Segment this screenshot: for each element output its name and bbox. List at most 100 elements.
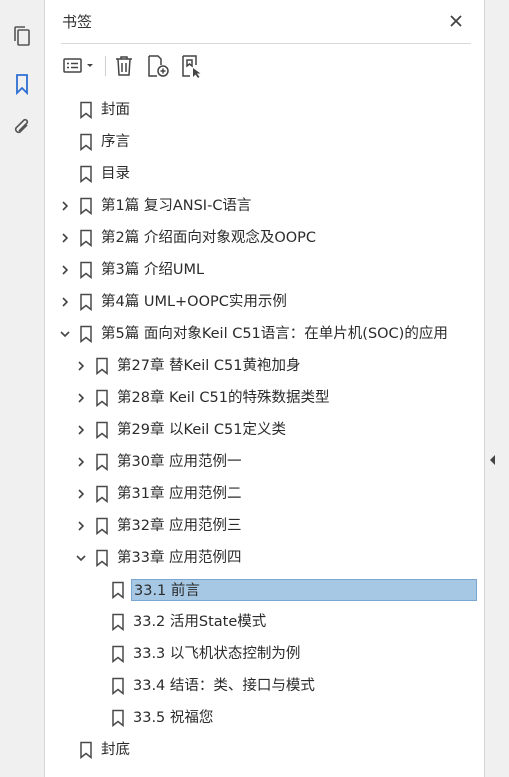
collapse-toggle[interactable]: [73, 550, 89, 566]
bookmark-row[interactable]: 第1篇 复习ANSI-C语言: [45, 190, 486, 222]
bookmark-row[interactable]: 33.2 活用State模式: [45, 606, 486, 638]
bookmark-label[interactable]: 第28章 Keil C51的特殊数据类型: [115, 387, 333, 409]
delete-bookmark-button[interactable]: [111, 52, 137, 80]
bookmark-row[interactable]: 33.5 祝福您: [45, 702, 486, 734]
expand-toggle[interactable]: [73, 518, 89, 534]
bookmark-icon: [95, 453, 109, 472]
attachments-panel-button[interactable]: [6, 112, 38, 144]
bookmark-row[interactable]: 第27章 替Keil C51黄袍加身: [45, 350, 486, 382]
expand-toggle[interactable]: [73, 486, 89, 502]
bookmark-row[interactable]: 第31章 应用范例二: [45, 478, 486, 510]
bookmark-row[interactable]: 第2篇 介绍面向对象观念及OOPC: [45, 222, 486, 254]
chevron-right-icon: [62, 201, 69, 211]
caret-left-icon: [490, 455, 495, 465]
chevron-right-icon: [78, 361, 85, 371]
bookmark-row[interactable]: 第5篇 面向对象Keil C51语言：在单片机(SOC)的应用: [45, 318, 486, 350]
options-dropdown-button[interactable]: [61, 52, 99, 80]
chevron-right-icon: [78, 457, 85, 467]
bookmark-icon: [79, 133, 93, 152]
expand-toggle[interactable]: [57, 262, 73, 278]
bookmark-row[interactable]: 封面: [45, 94, 486, 126]
expand-toggle[interactable]: [57, 198, 73, 214]
bookmark-icon: [79, 165, 93, 184]
expand-toggle[interactable]: [57, 230, 73, 246]
bookmark-label[interactable]: 第27章 替Keil C51黄袍加身: [115, 355, 304, 377]
new-bookmark-from-structure-icon: [182, 55, 201, 78]
expand-toggle[interactable]: [73, 422, 89, 438]
expand-toggle[interactable]: [73, 390, 89, 406]
expand-toggle[interactable]: [57, 294, 73, 310]
bookmark-row[interactable]: 封底: [45, 734, 486, 766]
bookmark-row[interactable]: 第32章 应用范例三: [45, 510, 486, 542]
bookmark-label[interactable]: 第30章 应用范例一: [115, 451, 245, 473]
bookmark-icon: [111, 613, 125, 632]
bookmark-row[interactable]: 33.3 以飞机状态控制为例: [45, 638, 486, 670]
options-dropdown-icon: [63, 58, 93, 73]
bookmark-row[interactable]: 33.4 结语：类、接口与模式: [45, 670, 486, 702]
expand-toggle[interactable]: [73, 358, 89, 374]
bookmark-label[interactable]: 序言: [99, 131, 133, 153]
expand-toggle[interactable]: [73, 454, 89, 470]
bookmark-label[interactable]: 第33章 应用范例四: [115, 547, 245, 569]
bookmark-row[interactable]: 序言: [45, 126, 486, 158]
bookmark-label[interactable]: 第31章 应用范例二: [115, 483, 245, 505]
new-bookmark-button[interactable]: [145, 52, 171, 80]
pages-icon: [14, 26, 30, 46]
bookmark-label[interactable]: 第1篇 复习ANSI-C语言: [99, 195, 254, 217]
bookmark-label[interactable]: 33.2 活用State模式: [131, 611, 269, 633]
chevron-right-icon: [78, 521, 85, 531]
bookmark-label[interactable]: 第3篇 介绍UML: [99, 259, 207, 281]
bookmark-icon: [95, 389, 109, 408]
attachment-icon: [14, 118, 29, 134]
collapse-panel-arrow[interactable]: [488, 452, 498, 466]
bookmark-icon: [95, 357, 109, 376]
bookmark-label[interactable]: 第5篇 面向对象Keil C51语言：在单片机(SOC)的应用: [99, 323, 451, 345]
bookmark-icon: [111, 645, 125, 664]
bookmark-label[interactable]: 33.3 以飞机状态控制为例: [131, 643, 303, 665]
delete-icon: [116, 56, 132, 76]
chevron-right-icon: [78, 489, 85, 499]
bookmarks-panel-button[interactable]: [6, 68, 38, 100]
bookmark-icon: [95, 485, 109, 504]
bookmark-label[interactable]: 第2篇 介绍面向对象观念及OOPC: [99, 227, 319, 249]
bookmark-row[interactable]: 33.1 前言: [45, 574, 486, 606]
chevron-down-icon: [60, 331, 70, 338]
bookmark-row[interactable]: 第29章 以Keil C51定义类: [45, 414, 486, 446]
bookmark-row[interactable]: 第4篇 UML+OOPC实用示例: [45, 286, 486, 318]
chevron-right-icon: [62, 233, 69, 243]
collapse-toggle[interactable]: [57, 326, 73, 342]
bookmark-label[interactable]: 第32章 应用范例三: [115, 515, 245, 537]
header-divider: [61, 43, 471, 44]
bookmark-icon: [79, 101, 93, 120]
new-bookmark-icon: [148, 55, 169, 77]
chevron-down-icon: [76, 555, 86, 562]
close-panel-button[interactable]: [445, 10, 467, 32]
bookmark-row[interactable]: 第3篇 介绍UML: [45, 254, 486, 286]
panel-title: 书签: [62, 13, 93, 31]
bookmark-icon: [79, 261, 93, 280]
bookmark-label[interactable]: 第29章 以Keil C51定义类: [115, 419, 289, 441]
chevron-right-icon: [78, 425, 85, 435]
bookmark-label[interactable]: 33.4 结语：类、接口与模式: [131, 675, 318, 697]
pages-panel-button[interactable]: [6, 20, 38, 52]
bookmark-label[interactable]: 33.1 前言: [131, 579, 477, 601]
bookmark-icon: [79, 197, 93, 216]
left-nav-rail: [0, 0, 44, 777]
bookmark-row[interactable]: 第33章 应用范例四: [45, 542, 486, 574]
bookmark-label[interactable]: 第4篇 UML+OOPC实用示例: [99, 291, 290, 313]
bookmark-label[interactable]: 封底: [99, 739, 133, 761]
bookmark-label[interactable]: 目录: [99, 163, 133, 185]
toolbar-divider: [105, 56, 106, 76]
bookmark-label[interactable]: 33.5 祝福您: [131, 707, 216, 729]
bookmark-label[interactable]: 封面: [99, 99, 133, 121]
new-bookmark-from-structure-button[interactable]: [179, 52, 205, 80]
bookmark-icon: [111, 581, 125, 600]
close-icon: [450, 15, 462, 27]
bookmark-row[interactable]: 目录: [45, 158, 486, 190]
bookmark-row[interactable]: 第30章 应用范例一: [45, 446, 486, 478]
chevron-right-icon: [62, 265, 69, 275]
chevron-right-icon: [62, 297, 69, 307]
bookmark-row[interactable]: 第28章 Keil C51的特殊数据类型: [45, 382, 486, 414]
bookmark-icon: [79, 229, 93, 248]
chevron-right-icon: [78, 393, 85, 403]
